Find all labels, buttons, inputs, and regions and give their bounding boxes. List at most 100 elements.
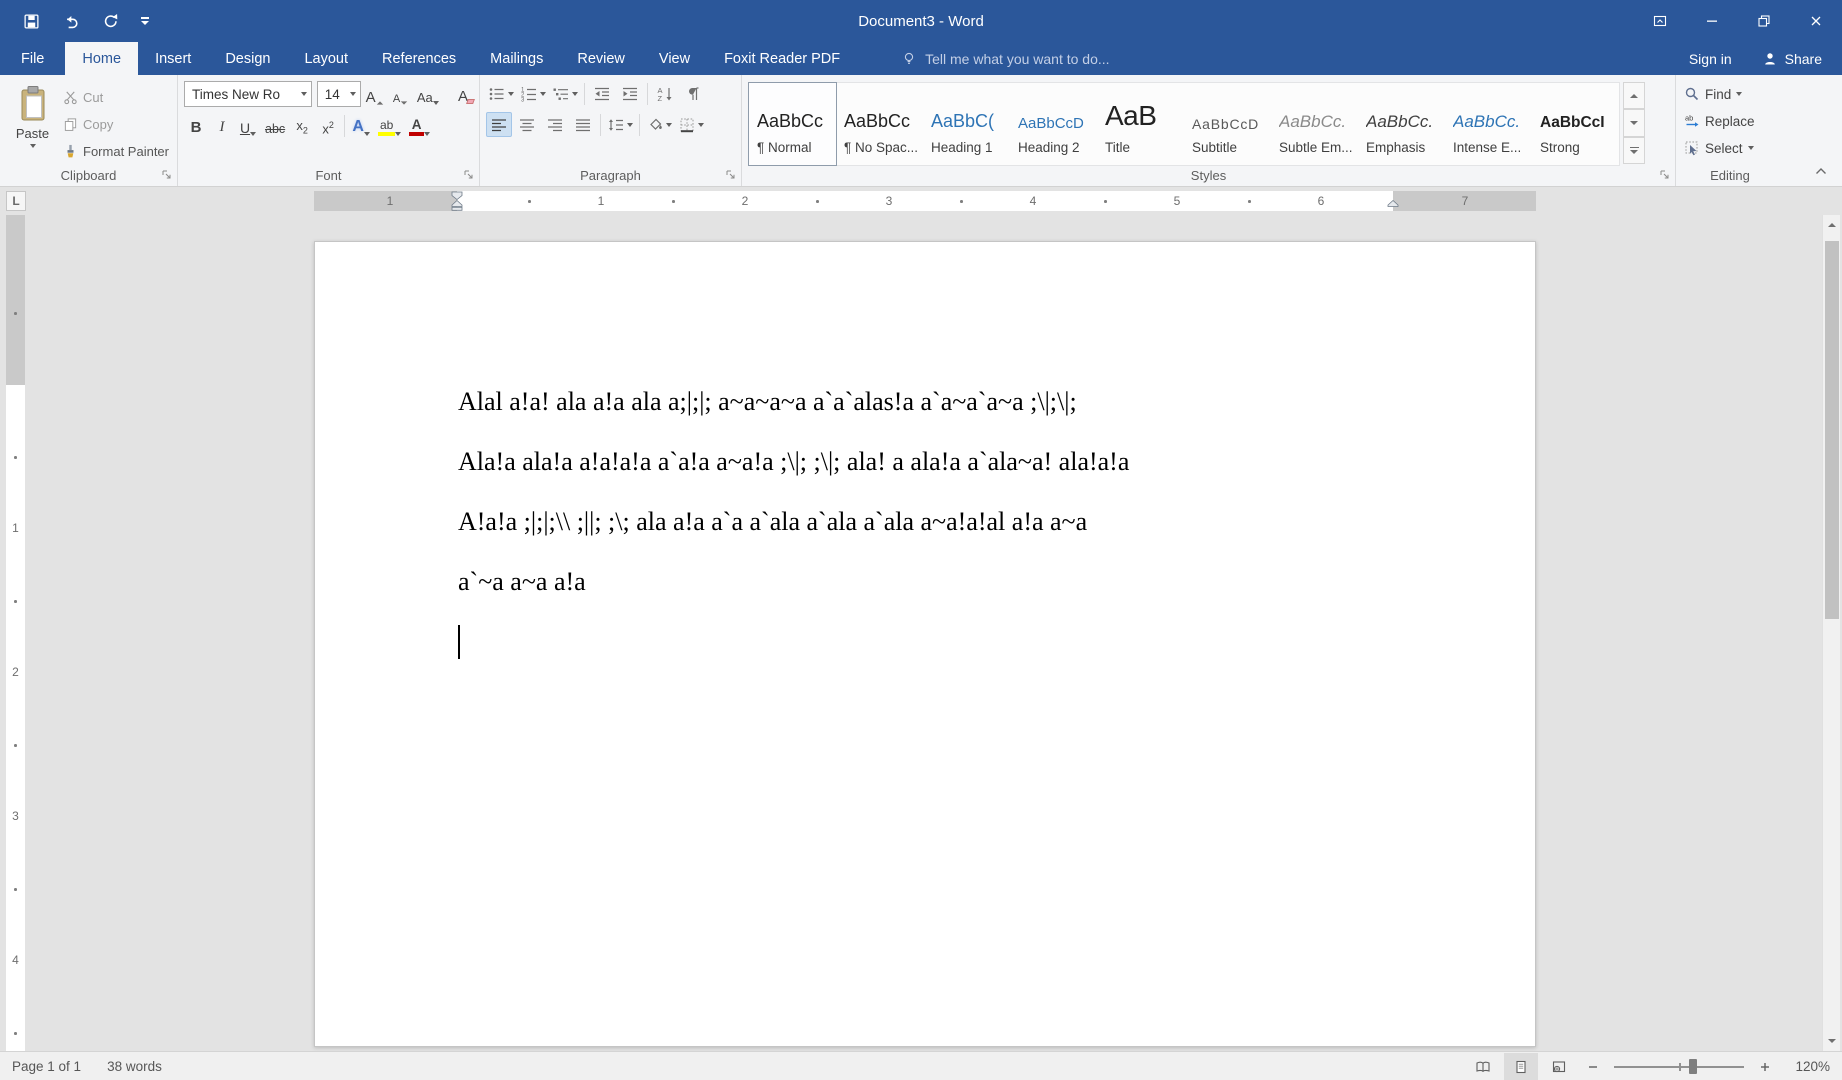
font-color-button[interactable]: A: [406, 113, 433, 138]
undo-button[interactable]: [54, 6, 88, 36]
paragraph[interactable]: Ala!a ala!a a!a!a!a a`a!a a~a!a ;\|; ;\|…: [458, 432, 1392, 492]
tell-me-box[interactable]: Tell me what you want to do...: [891, 42, 1119, 75]
subscript-button[interactable]: x2: [290, 113, 314, 138]
tab-file[interactable]: File: [0, 42, 65, 75]
decrease-indent-button[interactable]: [589, 81, 615, 106]
grow-font-button[interactable]: A: [363, 82, 387, 107]
word-count[interactable]: 38 words: [107, 1059, 162, 1074]
bold-button[interactable]: B: [184, 113, 208, 138]
find-button[interactable]: Find: [1682, 82, 1780, 106]
read-mode-button[interactable]: [1466, 1053, 1500, 1080]
tab-review[interactable]: Review: [560, 42, 642, 75]
style-subtitle[interactable]: AaBbCcD Subtitle: [1184, 83, 1271, 165]
style-heading-2[interactable]: AaBbCcD Heading 2: [1010, 83, 1097, 165]
tab-selector[interactable]: L: [6, 191, 26, 211]
borders-button[interactable]: [676, 112, 706, 137]
web-layout-button[interactable]: [1542, 1053, 1576, 1080]
tab-home[interactable]: Home: [65, 42, 138, 75]
styles-more-button[interactable]: [1623, 137, 1645, 164]
tab-view[interactable]: View: [642, 42, 707, 75]
bullets-button[interactable]: [486, 81, 516, 106]
zoom-out-button[interactable]: [1580, 1053, 1606, 1080]
tab-references[interactable]: References: [365, 42, 473, 75]
tab-insert[interactable]: Insert: [138, 42, 208, 75]
align-right-button[interactable]: [542, 112, 568, 137]
tab-mailings[interactable]: Mailings: [473, 42, 560, 75]
tab-foxit-reader-pdf[interactable]: Foxit Reader PDF: [707, 42, 857, 75]
style-subtle-emphasis[interactable]: AaBbCc. Subtle Em...: [1271, 83, 1358, 165]
text-highlight-button[interactable]: ab: [375, 113, 404, 138]
strikethrough-button[interactable]: abc: [262, 113, 288, 138]
document-text[interactable]: Alal a!a! ala a!a ala a;|;|; a~a~a~a a`a…: [458, 372, 1392, 612]
h-ruler[interactable]: 1 1 2 3 4 5 6 7: [314, 191, 1536, 211]
font-size-combo[interactable]: 14: [317, 81, 361, 107]
document-page[interactable]: Alal a!a! ala a!a ala a;|;|; a~a~a~a a`a…: [314, 241, 1536, 1047]
align-center-button[interactable]: [514, 112, 540, 137]
paragraph-dialog-launcher[interactable]: [723, 167, 738, 182]
sign-in-button[interactable]: Sign in: [1689, 51, 1732, 67]
paragraph[interactable]: a`~a a~a a!a: [458, 552, 1392, 612]
style-emphasis[interactable]: AaBbCc. Emphasis: [1358, 83, 1445, 165]
indent-marker-right[interactable]: [1387, 191, 1399, 211]
line-spacing-button[interactable]: [605, 112, 635, 137]
style-title[interactable]: AaB Title: [1097, 83, 1184, 165]
restore-button[interactable]: [1738, 0, 1790, 42]
scrollbar-thumb[interactable]: [1825, 241, 1839, 619]
underline-button[interactable]: U: [236, 113, 260, 138]
vertical-scrollbar[interactable]: [1822, 215, 1840, 1051]
shrink-font-button[interactable]: A: [389, 82, 413, 107]
share-button[interactable]: Share: [1762, 51, 1822, 67]
page-indicator[interactable]: Page 1 of 1: [12, 1059, 81, 1074]
clear-formatting-button[interactable]: A: [451, 82, 475, 107]
style-strong[interactable]: AaBbCcI Strong: [1532, 83, 1619, 165]
style-intense-emphasis[interactable]: AaBbCc. Intense E...: [1445, 83, 1532, 165]
shading-button[interactable]: [644, 112, 674, 137]
show-hide-marks-button[interactable]: [680, 81, 706, 106]
change-case-button[interactable]: Aa: [415, 82, 441, 107]
zoom-slider[interactable]: [1614, 1066, 1744, 1068]
tab-design[interactable]: Design: [208, 42, 287, 75]
replace-button[interactable]: ab Replace: [1682, 109, 1780, 133]
tab-layout[interactable]: Layout: [287, 42, 365, 75]
superscript-button[interactable]: x2: [316, 113, 340, 138]
styles-scroll-down-button[interactable]: [1623, 109, 1645, 136]
save-button[interactable]: [14, 6, 48, 36]
format-painter-button[interactable]: Format Painter: [59, 139, 173, 163]
minimize-button[interactable]: [1686, 0, 1738, 42]
ribbon-display-options-button[interactable]: [1634, 0, 1686, 42]
style-no-spacing[interactable]: AaBbCc ¶ No Spac...: [836, 83, 923, 165]
justify-button[interactable]: [570, 112, 596, 137]
styles-dialog-launcher[interactable]: [1657, 167, 1672, 182]
font-name-combo[interactable]: Times New Ro: [184, 81, 312, 107]
paragraph[interactable]: A!a!a ;|;|;\\ ;||; ;\; ala a!a a`a a`ala…: [458, 492, 1392, 552]
increase-indent-button[interactable]: [617, 81, 643, 106]
zoom-in-button[interactable]: [1752, 1053, 1778, 1080]
repeat-button[interactable]: [94, 6, 128, 36]
align-left-button[interactable]: [486, 112, 512, 137]
numbering-button[interactable]: 123: [518, 81, 548, 106]
font-dialog-launcher[interactable]: [461, 167, 476, 182]
v-ruler[interactable]: 1 2 3 4: [6, 215, 25, 1051]
close-button[interactable]: [1790, 0, 1842, 42]
print-layout-button[interactable]: [1504, 1053, 1538, 1080]
scroll-up-button[interactable]: [1823, 215, 1841, 235]
scroll-down-button[interactable]: [1823, 1031, 1841, 1051]
style-heading-1[interactable]: AaBbC( Heading 1: [923, 83, 1010, 165]
indent-markers-left[interactable]: [451, 191, 463, 211]
styles-scroll-up-button[interactable]: [1623, 82, 1645, 109]
clipboard-dialog-launcher[interactable]: [159, 167, 174, 182]
text-effects-button[interactable]: A: [349, 113, 373, 138]
sort-button[interactable]: AZ: [652, 81, 678, 106]
customize-qat-button[interactable]: [134, 6, 156, 36]
cut-button[interactable]: Cut: [59, 85, 173, 109]
paste-button[interactable]: Paste: [6, 81, 59, 163]
collapse-ribbon-button[interactable]: [1810, 162, 1832, 180]
style-normal[interactable]: AaBbCc ¶ Normal: [749, 83, 836, 165]
select-button[interactable]: Select: [1682, 136, 1780, 160]
paragraph[interactable]: Alal a!a! ala a!a ala a;|;|; a~a~a~a a`a…: [458, 372, 1392, 432]
italic-button[interactable]: I: [210, 113, 234, 138]
multilevel-list-button[interactable]: [550, 81, 580, 106]
zoom-level[interactable]: 120%: [1782, 1059, 1830, 1074]
zoom-slider-thumb[interactable]: [1689, 1059, 1697, 1074]
copy-button[interactable]: Copy: [59, 112, 173, 136]
